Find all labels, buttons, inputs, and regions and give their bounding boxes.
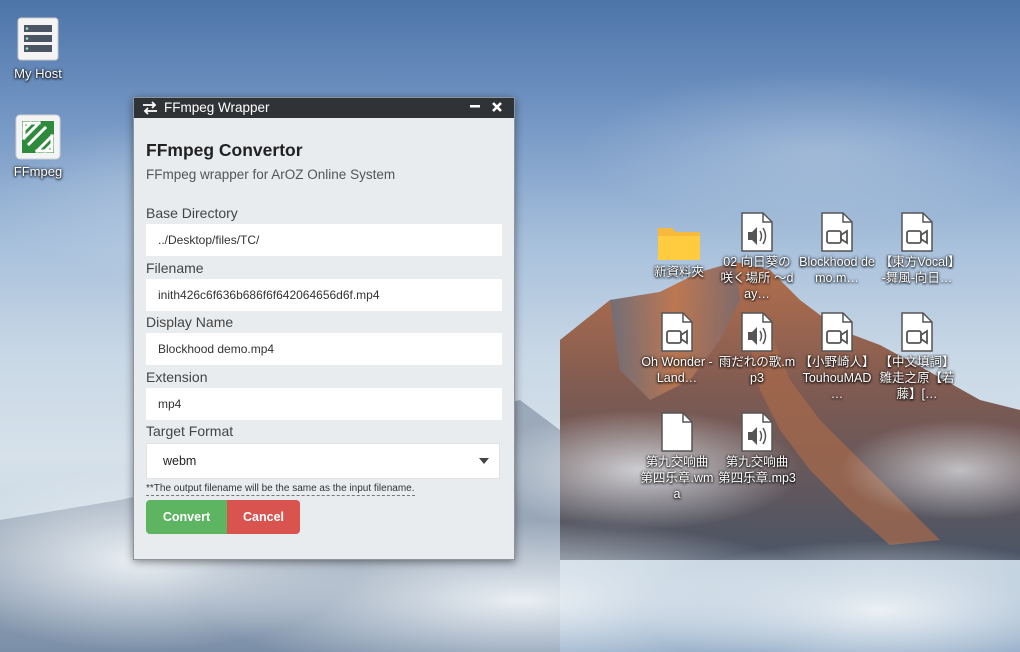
desktop: My Host FFmpeg 新資料夾 02 向日葵の咲く場所 ～day… Bl… bbox=[0, 0, 1020, 652]
display-name-label: Display Name bbox=[146, 314, 234, 330]
video-file-icon bbox=[821, 312, 853, 352]
window-titlebar[interactable]: FFmpeg Wrapper bbox=[134, 98, 514, 118]
audio-file-icon bbox=[741, 212, 773, 252]
video-file-icon bbox=[901, 212, 933, 252]
audio-file-icon bbox=[741, 312, 773, 352]
window-content: FFmpeg Convertor FFmpeg wrapper for ArOZ… bbox=[134, 119, 514, 559]
desktop-file[interactable]: 雨だれの歌.mp3 bbox=[718, 312, 796, 386]
folder-icon bbox=[658, 228, 700, 260]
minimize-icon[interactable] bbox=[468, 98, 482, 118]
desktop-file[interactable]: 第九交响曲 第四乐章.wma bbox=[638, 412, 716, 502]
convert-button[interactable]: Convert bbox=[146, 500, 227, 534]
chevron-down-icon bbox=[479, 458, 489, 464]
base-directory-field[interactable]: ../Desktop/files/TC/ bbox=[146, 224, 502, 256]
ffmpeg-icon bbox=[15, 114, 61, 160]
filename-label: Filename bbox=[146, 260, 204, 276]
window-title: FFmpeg Wrapper bbox=[164, 100, 270, 115]
file-icon bbox=[661, 412, 693, 452]
desktop-file[interactable]: Blockhood demo.m… bbox=[798, 212, 876, 286]
extension-label: Extension bbox=[146, 369, 208, 385]
filename-field[interactable]: inith426c6f636b686f6f642064656d6f.mp4 bbox=[146, 279, 502, 311]
file-label: Oh Wonder - Land… bbox=[641, 355, 713, 385]
cancel-button[interactable]: Cancel bbox=[227, 500, 300, 534]
base-directory-label: Base Directory bbox=[146, 205, 238, 221]
desktop-file[interactable]: Oh Wonder - Land… bbox=[638, 312, 716, 386]
file-label: 【小野崎人】TouhouMAD … bbox=[799, 355, 875, 401]
shortcut-label: My Host bbox=[14, 66, 62, 81]
target-format-value: webm bbox=[163, 454, 197, 468]
file-label: 【東方Vocal】-舞風-向日… bbox=[879, 255, 955, 285]
output-filename-note: **The output filename will be the same a… bbox=[146, 483, 415, 496]
desktop-file[interactable]: 【中文填詞】雛走之原【若藤】[… bbox=[878, 312, 956, 402]
page-title: FFmpeg Convertor bbox=[146, 140, 303, 160]
audio-file-icon bbox=[741, 412, 773, 452]
desktop-shortcut-my-host[interactable]: My Host bbox=[6, 16, 70, 82]
file-label: 第九交响曲 第四乐章.wma bbox=[640, 455, 714, 501]
file-label: Blockhood demo.m… bbox=[799, 255, 875, 285]
file-label: 新資料夾 bbox=[653, 265, 704, 279]
desktop-file[interactable]: 新資料夾 bbox=[640, 222, 718, 280]
ffmpeg-wrapper-window[interactable]: FFmpeg Wrapper FFmpeg Convertor FFmpeg w… bbox=[133, 97, 515, 560]
server-icon bbox=[17, 17, 59, 61]
desktop-shortcut-ffmpeg[interactable]: FFmpeg bbox=[6, 114, 70, 180]
file-label: 【中文填詞】雛走之原【若藤】[… bbox=[879, 355, 955, 401]
page-subtitle: FFmpeg wrapper for ArOZ Online System bbox=[146, 167, 396, 182]
target-format-label: Target Format bbox=[146, 423, 234, 439]
file-label: 第九交响曲 第四乐章.mp3 bbox=[718, 455, 796, 485]
target-format-select[interactable]: webm bbox=[146, 443, 500, 479]
desktop-file[interactable]: 【東方Vocal】-舞風-向日… bbox=[878, 212, 956, 286]
shortcut-label: FFmpeg bbox=[13, 164, 63, 179]
desktop-file[interactable]: 【小野崎人】TouhouMAD … bbox=[798, 312, 876, 402]
video-file-icon bbox=[901, 312, 933, 352]
swap-arrows-icon bbox=[143, 101, 157, 115]
desktop-file[interactable]: 第九交响曲 第四乐章.mp3 bbox=[718, 412, 796, 486]
file-label: 雨だれの歌.mp3 bbox=[718, 355, 796, 385]
video-file-icon bbox=[661, 312, 693, 352]
display-name-field[interactable]: Blockhood demo.mp4 bbox=[146, 333, 502, 365]
extension-field[interactable]: mp4 bbox=[146, 388, 502, 420]
video-file-icon bbox=[821, 212, 853, 252]
file-label: 02 向日葵の咲く場所 ～day… bbox=[720, 255, 794, 301]
desktop-file[interactable]: 02 向日葵の咲く場所 ～day… bbox=[718, 212, 796, 302]
close-icon[interactable] bbox=[490, 98, 504, 118]
